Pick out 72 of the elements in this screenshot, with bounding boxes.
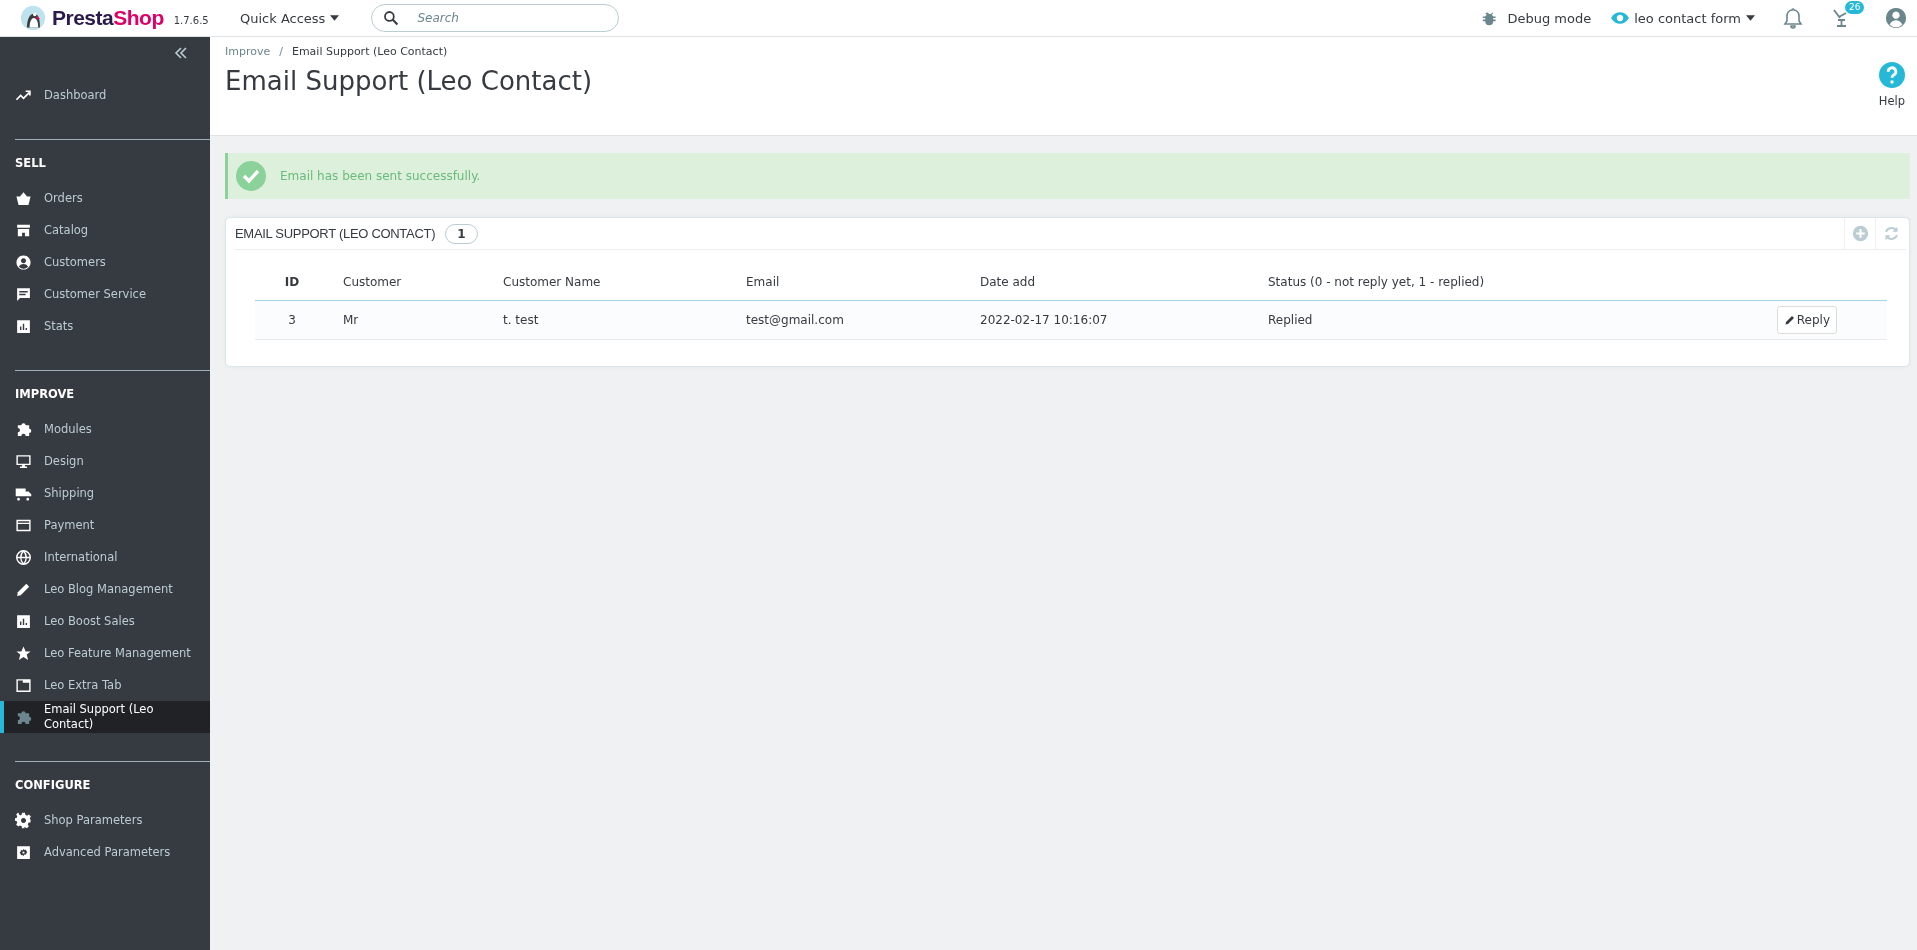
- sidebar-item[interactable]: Advanced Parameters: [0, 836, 210, 868]
- gear-icon: [15, 811, 32, 829]
- sidebar-section-title: IMPROVE: [14, 386, 76, 403]
- user-avatar-icon[interactable]: [1885, 7, 1907, 29]
- help-icon[interactable]: [1878, 62, 1905, 88]
- version-label: 1.7.6.5: [173, 14, 209, 26]
- puffin-logo-icon: [20, 5, 46, 31]
- pencil-icon: [1783, 314, 1796, 326]
- breadcrumb-separator: /: [279, 45, 283, 58]
- column-header: Status (0 - not reply yet, 1 - replied): [1267, 275, 1486, 289]
- sidebar-item[interactable]: Catalog: [0, 214, 210, 246]
- sidebar-item[interactable]: Leo Blog Management: [0, 573, 210, 605]
- sidebar-item[interactable]: Leo Extra Tab: [0, 669, 210, 701]
- check-circle-icon: [236, 161, 266, 191]
- sidebar-item[interactable]: Leo Feature Management: [0, 637, 210, 669]
- bar-chart-icon: [15, 612, 32, 630]
- window-icon: [15, 676, 32, 694]
- sidebar-item[interactable]: Leo Boost Sales: [0, 605, 210, 637]
- sidebar-item[interactable]: Payment: [0, 509, 210, 541]
- column-header: Customer: [342, 275, 403, 289]
- page-title: Email Support (Leo Contact): [225, 66, 593, 98]
- basket-icon: [15, 189, 32, 207]
- sidebar-item[interactable]: Dashboard: [0, 79, 210, 111]
- panel-title: EMAIL SUPPORT (LEO CONTACT): [235, 226, 436, 241]
- star-icon: [15, 644, 32, 662]
- debug-mode-label[interactable]: Debug mode: [1507, 10, 1592, 26]
- gear-box-icon: [15, 843, 32, 861]
- sidebar-section-title: SELL: [14, 155, 47, 172]
- sidebar-item[interactable]: Email Support (Leo Contact): [0, 701, 210, 733]
- reply-button[interactable]: Reply: [1776, 306, 1837, 334]
- sidebar-item[interactable]: Shipping: [0, 477, 210, 509]
- orders-count-badge: 26: [1845, 1, 1865, 14]
- puzzle-icon: [15, 420, 32, 438]
- sidebar-item[interactable]: Customers: [0, 246, 210, 278]
- table-cell-text: 3: [287, 313, 297, 327]
- sidebar-item[interactable]: Stats: [0, 310, 210, 342]
- column-header: Date add: [979, 275, 1037, 289]
- alert-message: Email has been sent successfully.: [280, 169, 481, 183]
- globe-icon: [15, 548, 32, 566]
- table-cell-text: test@gmail.com: [745, 313, 845, 327]
- table-cell-text: Replied: [1267, 313, 1314, 327]
- caret-icon: [1746, 15, 1755, 21]
- column-header: Email: [745, 275, 781, 289]
- logo-wordmark[interactable]: PrestaShop: [52, 6, 164, 30]
- puzzle-icon: [15, 708, 32, 726]
- sidebar-item[interactable]: Orders: [0, 182, 210, 214]
- bar-chart-icon: [15, 317, 32, 335]
- monitor-icon: [15, 452, 32, 470]
- breadcrumb-link[interactable]: Improve: [225, 45, 271, 58]
- sidebar-item[interactable]: Shop Parameters: [0, 804, 210, 836]
- eye-icon: [1611, 10, 1630, 26]
- shop-dropdown[interactable]: leo contact form: [1611, 10, 1755, 26]
- help-label[interactable]: Help: [1878, 94, 1905, 108]
- chat-icon: [15, 285, 32, 303]
- table-cell-text: t. test: [502, 313, 540, 327]
- sidebar-item[interactable]: Customer Service: [0, 278, 210, 310]
- sidebar-item[interactable]: Design: [0, 445, 210, 477]
- search-icon: [383, 10, 400, 26]
- sidebar-item[interactable]: Modules: [0, 413, 210, 445]
- person-icon: [15, 253, 32, 271]
- table-cell-text: Mr: [342, 313, 360, 327]
- sidebar-item[interactable]: International: [0, 541, 210, 573]
- table-cell-text: 2022-02-17 10:16:07: [979, 313, 1109, 327]
- column-header: Customer Name: [502, 275, 602, 289]
- search-field[interactable]: Search: [371, 4, 620, 32]
- breadcrumb-link[interactable]: Email Support (Leo Contact): [291, 45, 448, 58]
- caret-icon: [330, 15, 340, 21]
- sidebar-section-title: CONFIGURE: [14, 777, 92, 794]
- quick-access-dropdown[interactable]: Quick Access: [240, 10, 340, 26]
- column-header: ID: [283, 275, 301, 289]
- notifications-bell-icon[interactable]: [1783, 7, 1803, 29]
- collapse-chevrons-icon[interactable]: [174, 47, 188, 59]
